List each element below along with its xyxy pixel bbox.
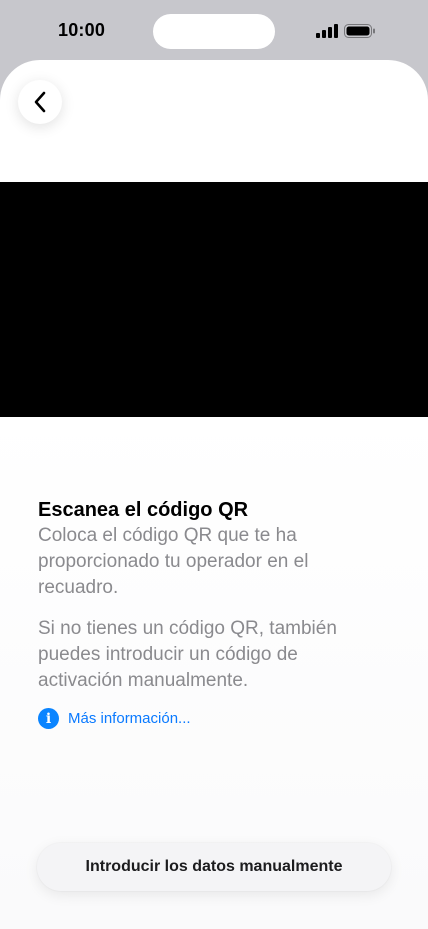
secondary-text: Si no tienes un código QR, también puede… <box>38 618 337 691</box>
description-text: Coloca el código QR que te ha proporcion… <box>38 525 309 598</box>
qr-camera-viewfinder <box>0 182 428 417</box>
battery-icon <box>344 24 375 38</box>
info-icon: i <box>38 708 59 729</box>
dynamic-island <box>153 14 275 49</box>
enter-manually-button[interactable]: Introducir los datos manualmente <box>37 843 391 891</box>
status-time: 10:00 <box>58 20 106 40</box>
signal-icon <box>316 24 338 38</box>
more-info-link[interactable]: i Más información... <box>38 708 378 729</box>
chevron-left-icon <box>34 91 46 113</box>
more-info-label: Más información... <box>68 710 191 727</box>
instructions: Escanea el código QR Coloca el código QR… <box>38 497 378 729</box>
back-button[interactable] <box>18 80 62 124</box>
status-bar: 10:00 <box>0 0 428 62</box>
page-title: Escanea el código QR <box>38 499 249 521</box>
